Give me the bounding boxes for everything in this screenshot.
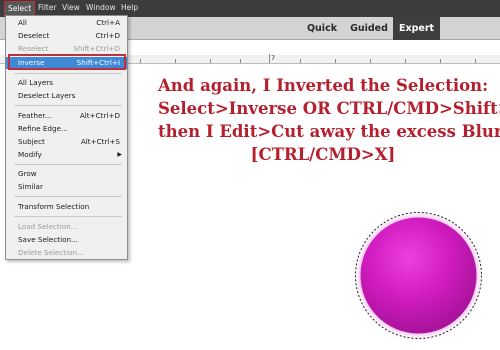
- menu-item-label: All: [18, 18, 27, 27]
- ruler-tick: [240, 59, 241, 63]
- menu-item-label: Delete Selection...: [18, 248, 84, 257]
- tab-quick[interactable]: Quick: [302, 17, 342, 40]
- ruler-tick: [175, 59, 176, 63]
- menu-separator: [14, 105, 122, 106]
- menu-filter[interactable]: Filter: [35, 2, 60, 14]
- magenta-sphere: [360, 217, 477, 334]
- menu-item-load-selection[interactable]: Load Selection...: [6, 221, 127, 233]
- menu-item-label: Subject: [18, 137, 45, 146]
- ruler-tick: [269, 54, 270, 63]
- menu-item-label: Feather...: [18, 111, 52, 120]
- selected-sphere-image[interactable]: [352, 209, 485, 342]
- menu-help[interactable]: Help: [118, 2, 141, 14]
- menu-item-save-selection[interactable]: Save Selection...: [6, 234, 127, 246]
- tab-guided[interactable]: Guided: [348, 17, 390, 40]
- instruction-text: And again, I Inverted the Selection: Sel…: [158, 74, 500, 166]
- menu-item-shortcut: Alt+Ctrl+S: [80, 137, 120, 146]
- instruction-line: Select>Inverse OR CTRL/CMD>Shift>I: [158, 99, 500, 118]
- menu-item-subject[interactable]: Subject Alt+Ctrl+S: [6, 136, 127, 148]
- menu-separator: [14, 216, 122, 217]
- menu-item-shortcut: Alt+Ctrl+D: [79, 111, 120, 120]
- menu-item-all-layers[interactable]: All Layers: [6, 77, 127, 89]
- submenu-arrow-icon: ▶: [117, 151, 122, 158]
- menu-item-label: Deselect: [18, 31, 50, 40]
- tab-expert[interactable]: Expert: [393, 17, 440, 40]
- instruction-line: then I Edit>Cut away the excess Blur: [158, 122, 500, 141]
- select-menu-dropdown: All Ctrl+A Deselect Ctrl+D Reselect Shif…: [5, 15, 128, 260]
- ruler-tick: [405, 59, 406, 63]
- menu-item-shortcut: Ctrl+D: [95, 31, 120, 40]
- ruler-label: 7: [271, 54, 276, 62]
- menu-separator: [14, 73, 122, 74]
- menu-item-modify[interactable]: Modify ▶: [6, 149, 127, 161]
- menu-item-refine-edge[interactable]: Refine Edge...: [6, 123, 127, 135]
- menu-item-deselect-layers[interactable]: Deselect Layers: [6, 90, 127, 102]
- ruler-tick: [210, 59, 211, 63]
- menu-item-label: All Layers: [18, 78, 53, 87]
- ruler-tick: [140, 59, 141, 63]
- menu-separator: [14, 164, 122, 165]
- menu-item-label: Save Selection...: [18, 235, 78, 244]
- menu-separator: [14, 196, 122, 197]
- menu-item-feather[interactable]: Feather... Alt+Ctrl+D: [6, 110, 127, 122]
- menu-item-label: Deselect Layers: [18, 91, 76, 100]
- instruction-line: [CTRL/CMD>X]: [250, 145, 396, 164]
- menu-item-label: Load Selection...: [18, 222, 78, 231]
- menu-item-transform-selection[interactable]: Transform Selection: [6, 201, 127, 213]
- menu-item-label: Similar: [18, 182, 43, 191]
- ruler-tick: [370, 59, 371, 63]
- ruler-tick: [335, 59, 336, 63]
- menu-item-grow[interactable]: Grow: [6, 168, 127, 180]
- menu-item-label: Refine Edge...: [18, 124, 68, 133]
- menu-item-all[interactable]: All Ctrl+A: [6, 17, 127, 29]
- ruler-tick: [475, 59, 476, 63]
- menu-item-label: Grow: [18, 169, 37, 178]
- inverse-annotation-box: [8, 54, 126, 70]
- instruction-line: And again, I Inverted the Selection:: [158, 76, 489, 95]
- ruler-tick: [300, 59, 301, 63]
- menu-item-shortcut: Ctrl+A: [96, 18, 120, 27]
- ruler-tick: [440, 59, 441, 63]
- menu-item-label: Transform Selection: [18, 202, 90, 211]
- menu-window[interactable]: Window: [83, 2, 119, 14]
- menu-item-label: Modify: [18, 150, 42, 159]
- menu-item-similar[interactable]: Similar: [6, 181, 127, 193]
- menu-select[interactable]: Select: [4, 1, 36, 16]
- menu-item-deselect[interactable]: Deselect Ctrl+D: [6, 30, 127, 42]
- menu-view[interactable]: View: [59, 2, 83, 14]
- menu-item-delete-selection[interactable]: Delete Selection...: [6, 247, 127, 259]
